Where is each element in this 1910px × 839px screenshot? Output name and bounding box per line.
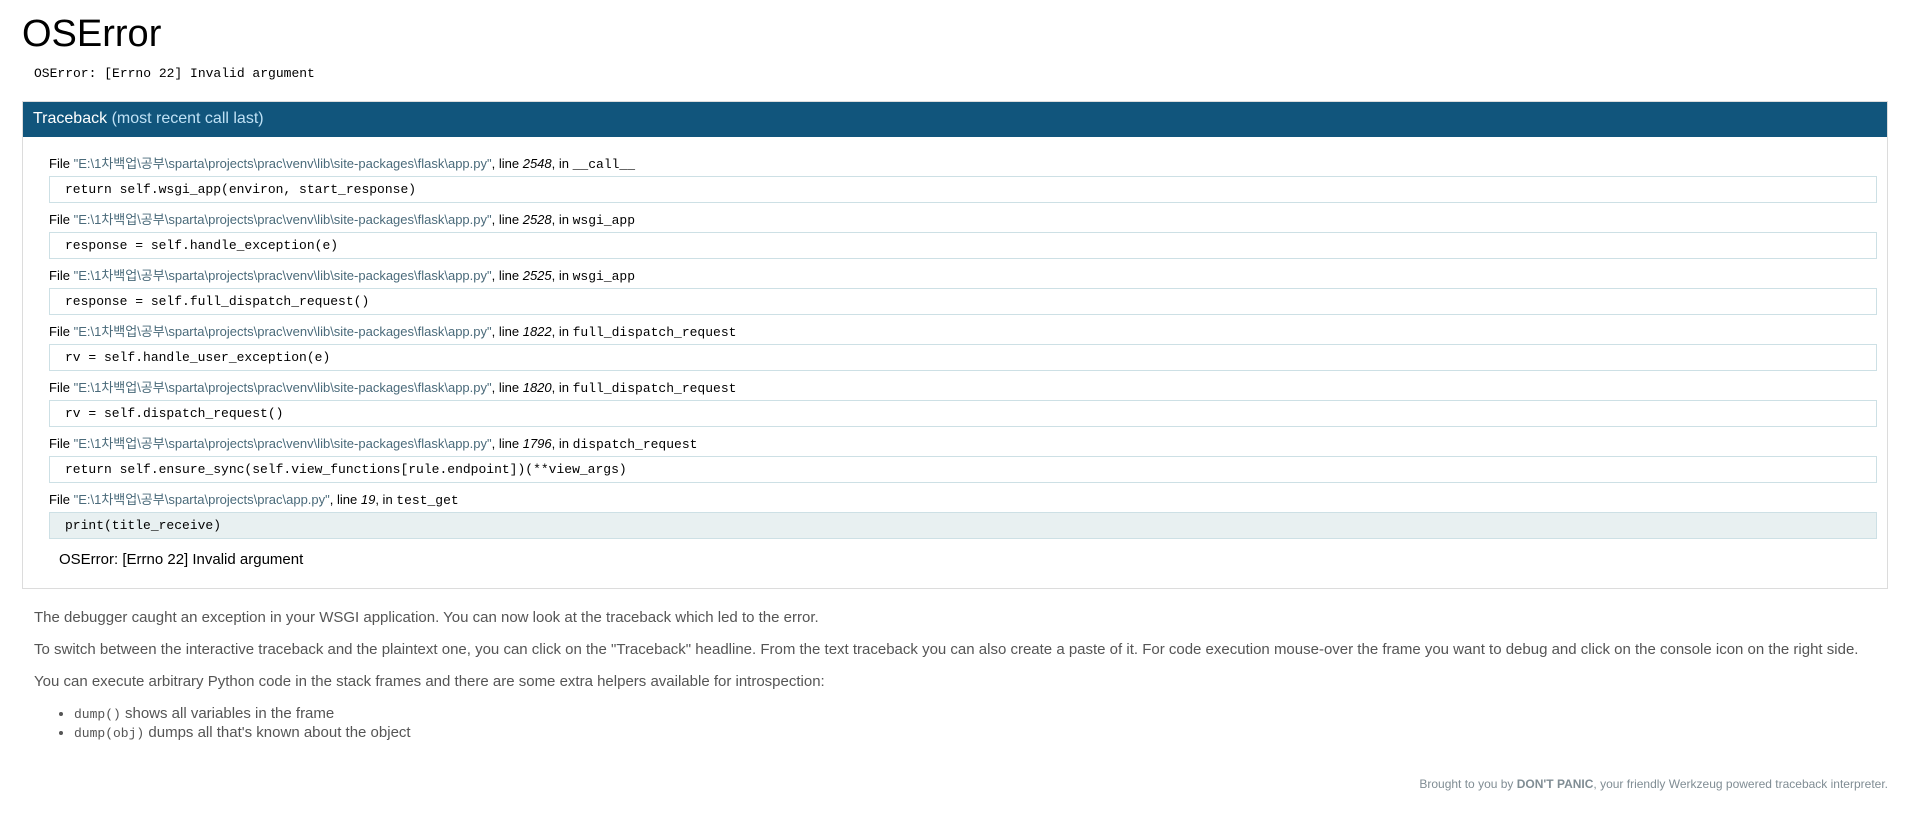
frame-filename: "E:\1차백업\공부\sparta\projects\prac\venv\li… xyxy=(73,380,492,395)
line-word: , line xyxy=(491,156,520,171)
error-message: OSError: [Errno 22] Invalid argument xyxy=(34,66,315,81)
frame-function: full_dispatch_request xyxy=(572,325,737,340)
footer: Brought to you by DON'T PANIC, your frie… xyxy=(22,777,1888,791)
page-title: OSError xyxy=(22,13,162,55)
traceback-frame: File "E:\1차백업\공부\sparta\projects\prac\ve… xyxy=(49,323,1877,371)
helper-text: shows all variables in the frame xyxy=(120,705,335,722)
frame-list: File "E:\1차백업\공부\sparta\projects\prac\ve… xyxy=(23,137,1887,588)
helper-code: dump(obj) xyxy=(74,726,145,741)
frame-location: File "E:\1차백업\공부\sparta\projects\prac\ve… xyxy=(49,435,1877,454)
frame-lineno: 1820 xyxy=(522,380,552,395)
traceback-headline[interactable]: Traceback (most recent call last) xyxy=(23,102,1887,137)
traceback-frame: File "E:\1차백업\공부\sparta\projects\prac\ve… xyxy=(49,267,1877,315)
frame-source-current[interactable]: print(title_receive) xyxy=(49,512,1877,539)
frame-function: test_get xyxy=(396,493,459,508)
frame-filename: "E:\1차백업\공부\sparta\projects\prac\venv\li… xyxy=(73,268,492,283)
frame-source[interactable]: return self.wsgi_app(environ, start_resp… xyxy=(49,176,1877,203)
frame-lineno: 2525 xyxy=(522,268,552,283)
frame-source[interactable]: rv = self.handle_user_exception(e) xyxy=(49,344,1877,371)
explanation-paragraph: The debugger caught an exception in your… xyxy=(34,609,819,626)
in-word: , in xyxy=(375,492,393,507)
in-word: , in xyxy=(551,156,569,171)
line-word: , line xyxy=(491,212,520,227)
traceback-sublabel: (most recent call last) xyxy=(111,110,264,127)
frame-filename: "E:\1차백업\공부\sparta\projects\prac\app.py" xyxy=(73,492,330,507)
line-word: , line xyxy=(329,492,358,507)
in-word: , in xyxy=(551,324,569,339)
file-word: File xyxy=(49,156,70,171)
frame-lineno: 2548 xyxy=(522,156,552,171)
frame-function: full_dispatch_request xyxy=(572,381,737,396)
frame-lineno: 2528 xyxy=(522,212,552,227)
file-word: File xyxy=(49,324,70,339)
traceback-panel: Traceback (most recent call last) File "… xyxy=(22,101,1888,589)
frame-source[interactable]: rv = self.dispatch_request() xyxy=(49,400,1877,427)
frame-location: File "E:\1차백업\공부\sparta\projects\prac\ve… xyxy=(49,323,1877,342)
frame-location: File "E:\1차백업\공부\sparta\projects\prac\ve… xyxy=(49,379,1877,398)
frame-lineno: 1796 xyxy=(522,436,552,451)
in-word: , in xyxy=(551,268,569,283)
traceback-error-line: OSError: [Errno 22] Invalid argument xyxy=(59,551,304,568)
line-word: , line xyxy=(491,380,520,395)
helper-code: dump() xyxy=(74,707,121,722)
frame-function: wsgi_app xyxy=(572,269,636,284)
file-word: File xyxy=(49,380,70,395)
helper-item: dump() shows all variables in the frame xyxy=(74,705,1888,724)
debugger-page: OSError OSError: [Errno 22] Invalid argu… xyxy=(22,0,1888,791)
frame-source[interactable]: return self.ensure_sync(self.view_functi… xyxy=(49,456,1877,483)
frame-function: wsgi_app xyxy=(572,213,636,228)
frame-location: File "E:\1차백업\공부\sparta\projects\prac\ve… xyxy=(49,211,1877,230)
frame-location: File "E:\1차백업\공부\sparta\projects\prac\ve… xyxy=(49,155,1877,174)
frame-filename: "E:\1차백업\공부\sparta\projects\prac\venv\li… xyxy=(73,212,492,227)
frame-function: __call__ xyxy=(572,157,636,172)
traceback-frame: File "E:\1차백업\공부\sparta\projects\prac\ve… xyxy=(49,379,1877,427)
explanation-paragraph: To switch between the interactive traceb… xyxy=(34,641,1859,658)
in-word: , in xyxy=(551,212,569,227)
frame-filename: "E:\1차백업\공부\sparta\projects\prac\venv\li… xyxy=(73,324,492,339)
frame-location: File "E:\1차백업\공부\sparta\projects\prac\ve… xyxy=(49,267,1877,286)
frame-source[interactable]: response = self.full_dispatch_request() xyxy=(49,288,1877,315)
file-word: File xyxy=(49,436,70,451)
frame-lineno: 19 xyxy=(360,492,376,507)
footer-prefix: Brought to you by xyxy=(1419,777,1517,791)
line-word: , line xyxy=(491,324,520,339)
frame-source[interactable]: response = self.handle_exception(e) xyxy=(49,232,1877,259)
frame-lineno: 1822 xyxy=(522,324,552,339)
in-word: , in xyxy=(551,436,569,451)
helper-list: dump() shows all variables in the frame … xyxy=(34,705,1888,743)
frame-function: dispatch_request xyxy=(572,437,698,452)
traceback-frame: File "E:\1차백업\공부\sparta\projects\prac\ve… xyxy=(49,435,1877,483)
in-word: , in xyxy=(551,380,569,395)
footer-brand: DON'T PANIC xyxy=(1516,777,1594,791)
line-word: , line xyxy=(491,268,520,283)
file-word: File xyxy=(49,268,70,283)
traceback-frame: File "E:\1차백업\공부\sparta\projects\prac\ve… xyxy=(49,155,1877,203)
traceback-frame: File "E:\1차백업\공부\sparta\projects\prac\ap… xyxy=(49,491,1877,539)
explanation: The debugger caught an exception in your… xyxy=(34,609,1888,743)
frame-location: File "E:\1차백업\공부\sparta\projects\prac\ap… xyxy=(49,491,1877,510)
traceback-label: Traceback xyxy=(33,110,108,127)
frame-filename: "E:\1차백업\공부\sparta\projects\prac\venv\li… xyxy=(73,156,492,171)
helper-item: dump(obj) dumps all that's known about t… xyxy=(74,724,1888,743)
helper-text: dumps all that's known about the object xyxy=(144,724,411,741)
footer-suffix: , your friendly Werkzeug powered traceba… xyxy=(1593,777,1888,791)
explanation-paragraph: You can execute arbitrary Python code in… xyxy=(34,673,825,690)
traceback-frame: File "E:\1차백업\공부\sparta\projects\prac\ve… xyxy=(49,211,1877,259)
file-word: File xyxy=(49,492,70,507)
frame-filename: "E:\1차백업\공부\sparta\projects\prac\venv\li… xyxy=(73,436,492,451)
file-word: File xyxy=(49,212,70,227)
line-word: , line xyxy=(491,436,520,451)
